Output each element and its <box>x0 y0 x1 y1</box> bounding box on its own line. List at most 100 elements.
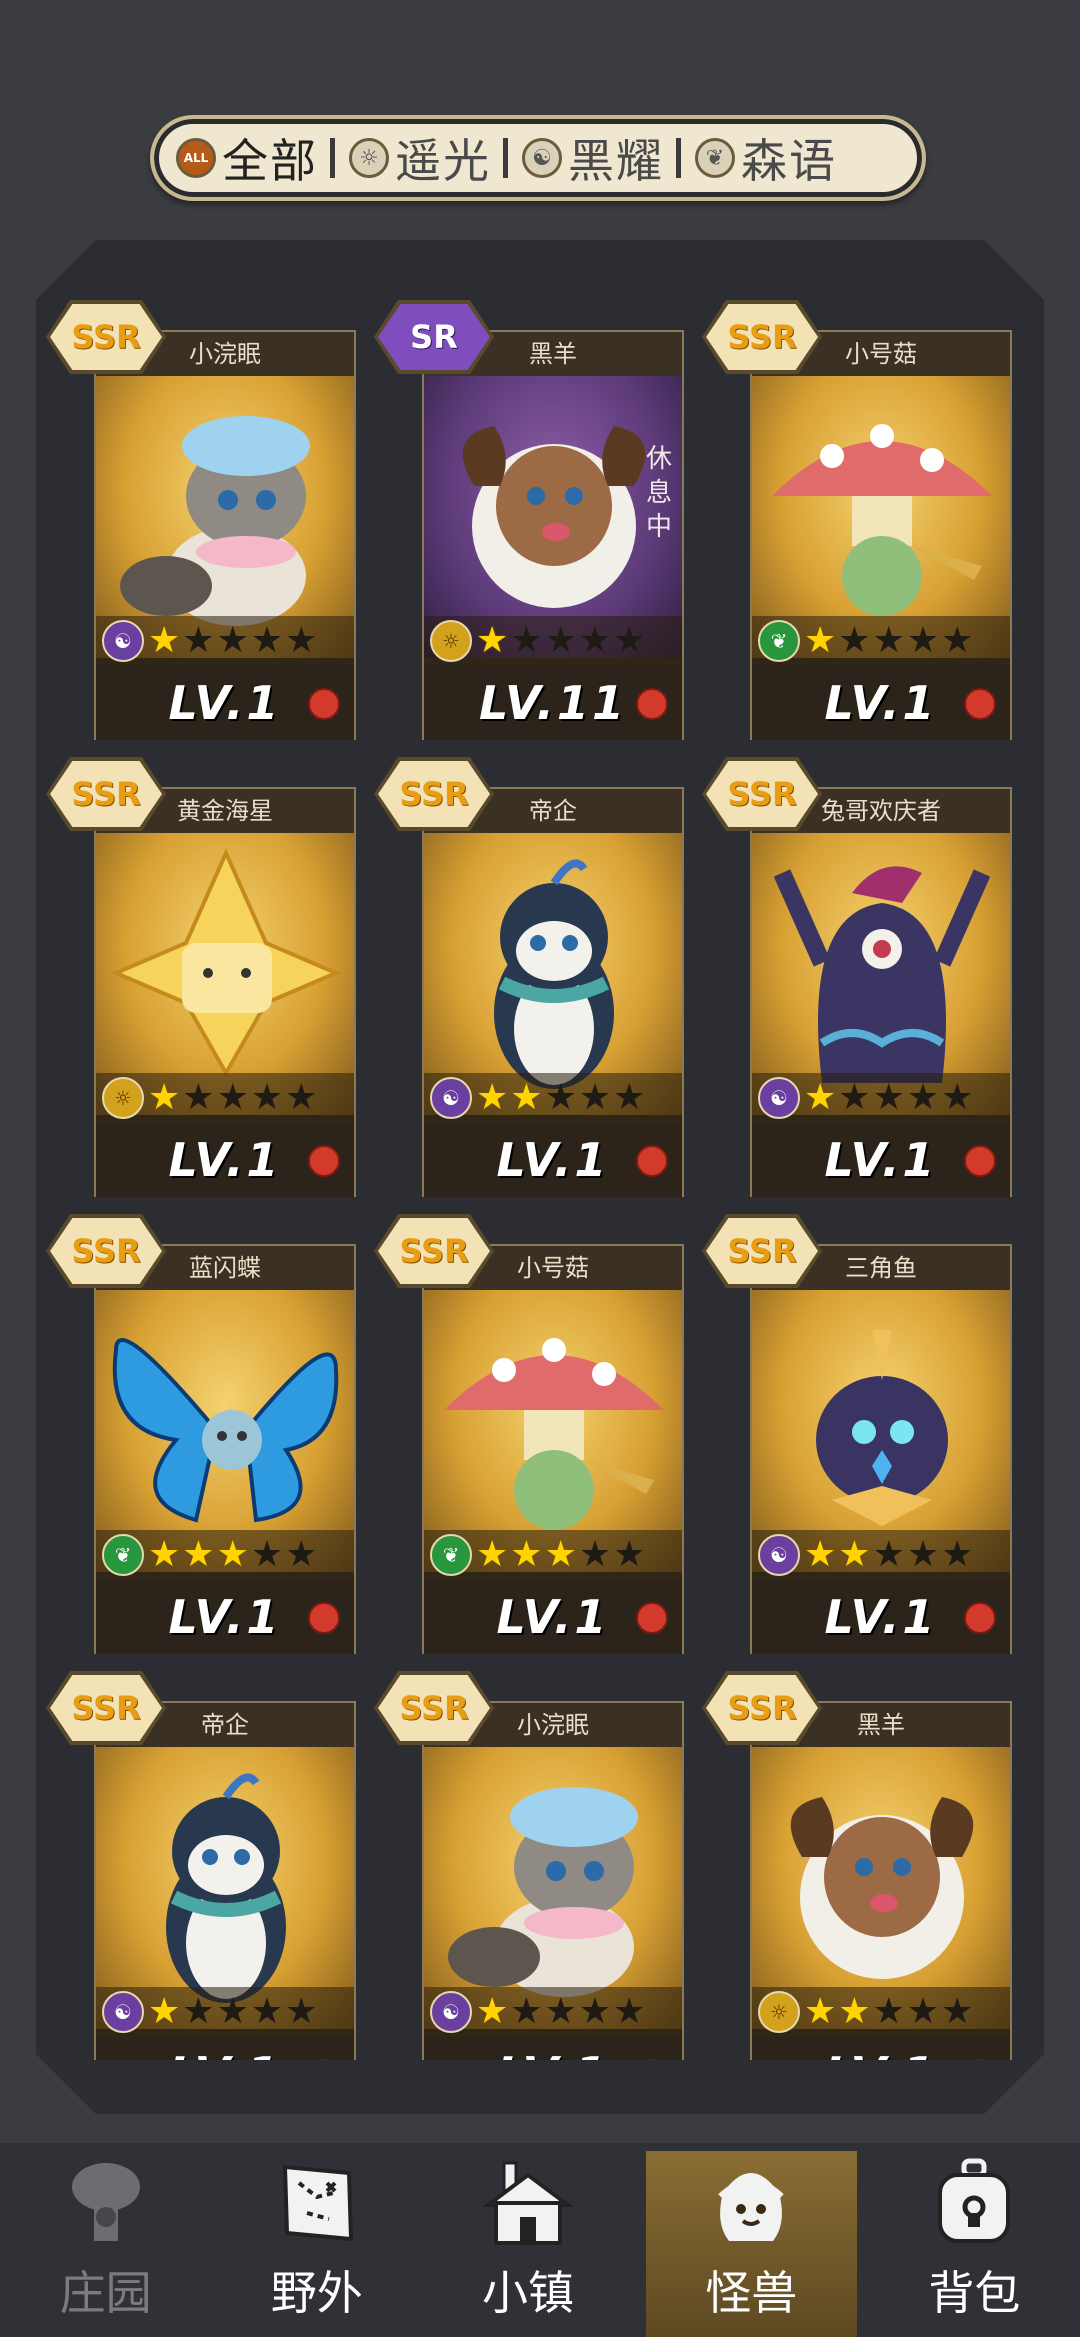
monster-card[interactable]: 小号菇 ❦ ★ ★ ★ ★ ★ LV.1 <box>750 330 1012 740</box>
star-empty-icon: ★ <box>285 1991 318 2032</box>
notification-dot <box>964 1145 996 1177</box>
star-empty-icon: ★ <box>250 620 284 661</box>
star-empty-icon: ★ <box>613 1534 646 1575</box>
star-filled-icon: ★ <box>476 1534 509 1575</box>
star-empty-icon: ★ <box>941 620 974 661</box>
star-filled-icon: ★ <box>544 1534 577 1575</box>
nav-wild[interactable]: 野外 <box>211 2143 422 2337</box>
monster-card[interactable]: 黑羊 休息中 ☼ ★ ★ ★ ★ ★ LV.11 <box>422 330 684 740</box>
star-rating: ❦ ★ ★ ★ ★ ★ <box>96 1530 354 1580</box>
star-empty-icon: ★ <box>250 1077 284 1118</box>
star-rating: ☼ ★ ★ ★ ★ ★ <box>424 616 682 666</box>
forest-element-icon: ❦ <box>758 620 800 662</box>
star-empty-icon: ★ <box>613 1991 646 2032</box>
rarity-label: SSR <box>378 1675 490 1741</box>
monster-card[interactable]: 小浣眠 ☯ ★★★★★ LV.1 <box>422 1701 684 2060</box>
nav-manor[interactable]: 庄园 <box>0 2143 211 2337</box>
star-empty-icon: ★ <box>941 1991 974 2032</box>
level-bar: LV.1 <box>752 666 1010 740</box>
monster-card[interactable]: 帝企 ☯ ★★★★★ LV.1 <box>422 787 684 1197</box>
rarity-badge: SSR <box>374 1671 494 1745</box>
star-empty-icon: ★ <box>613 1077 646 1118</box>
rarity-label: SSR <box>706 304 818 370</box>
rarity-badge: SR <box>374 300 494 374</box>
rarity-badge: SSR <box>702 300 822 374</box>
dark-element-icon: ☯ <box>430 1991 472 2033</box>
star-filled-icon: ★ <box>838 1991 871 2032</box>
nav-label: 小镇 <box>482 2266 574 2320</box>
monster-card[interactable]: 帝企 ☯ ★★★★★ LV.1 <box>94 1701 356 2060</box>
rarity-label: SSR <box>50 761 162 827</box>
level-text: LV.1 <box>497 2047 610 2060</box>
star-filled-icon: ★ <box>148 1534 181 1575</box>
star-rating: ❦ ★ ★ ★ ★ ★ <box>424 1530 682 1580</box>
dark-element-icon: ☯ <box>758 1077 800 1119</box>
star-empty-icon: ★ <box>544 620 577 661</box>
divider <box>503 138 508 178</box>
nav-monster[interactable]: 怪兽 <box>645 2151 857 2337</box>
monster-grid[interactable]: 小浣眠 ☯ ★ ★ ★ ★ ★ LV.1 SSR 黑羊 休息中 ☼ ★ ★ ★ … <box>38 290 1042 2060</box>
nav-label: 野外 <box>270 2266 363 2320</box>
monster-card[interactable]: 黑羊 ☼ ★★★★★ LV.1 <box>750 1701 1012 2060</box>
level-text: LV.1 <box>496 1133 610 1187</box>
notification-dot <box>636 688 668 720</box>
star-filled-icon: ★ <box>148 620 181 661</box>
rarity-label: SSR <box>706 761 818 827</box>
monster-card[interactable]: 黄金海星 ☼ ★ ★ ★ ★ ★ LV.1 <box>94 787 356 1197</box>
star-rating: ☯ ★ ★ ★ ★ ★ <box>752 1530 1010 1580</box>
notification-dot <box>964 1602 996 1634</box>
filter-tab-label: 遥光 <box>395 134 491 188</box>
rarity-badge: SSR <box>46 1671 166 1745</box>
level-bar: LV.1 <box>424 1123 682 1197</box>
light-element-icon: ☼ <box>349 138 389 178</box>
star-filled-icon: ★ <box>476 1991 509 2032</box>
star-filled-icon: ★ <box>804 1077 837 1118</box>
notification-dot <box>308 1602 340 1634</box>
monster-card[interactable]: 蓝闪蝶 ❦ ★ ★ ★ ★ ★ LV.1 <box>94 1244 356 1654</box>
star-empty-icon: ★ <box>578 1077 612 1118</box>
nav-label: 怪兽 <box>705 2266 798 2320</box>
level-bar: LV.1 <box>96 2037 354 2060</box>
star-empty-icon: ★ <box>510 1991 543 2032</box>
monster-card[interactable]: 兔哥欢庆者 ☯ ★ ★ ★ ★ ★ LV.1 <box>750 787 1012 1197</box>
notification-dot <box>308 1145 340 1177</box>
monster-card[interactable]: 小浣眠 ☯ ★★★★★ LV.1 <box>94 330 356 740</box>
monster-card[interactable]: 三角鱼 ☯ ★ ★ ★ ★ ★ LV.1 <box>750 1244 1012 1654</box>
filter-tab-label: 黑耀 <box>568 134 664 188</box>
filter-tab-all[interactable]: ALL 全部 <box>176 128 318 188</box>
filter-tab-forest[interactable]: ❦ 森语 <box>695 128 837 188</box>
star-empty-icon: ★ <box>578 620 612 661</box>
dark-element-icon: ☯ <box>102 1991 144 2033</box>
level-bar: LV.1 <box>752 1123 1010 1197</box>
notification-dot <box>636 2059 668 2060</box>
star-empty-icon: ★ <box>578 1534 612 1575</box>
nav-backpack[interactable]: 背包 <box>869 2143 1080 2337</box>
star-empty-icon: ★ <box>216 620 249 661</box>
star-filled-icon: ★ <box>804 1991 837 2032</box>
star-empty-icon: ★ <box>906 620 940 661</box>
level-text: LV.1 <box>496 1590 610 1644</box>
star-empty-icon: ★ <box>941 1077 974 1118</box>
star-rating: ☯ ★ ★ ★ ★ ★ <box>424 1987 682 2037</box>
star-empty-icon: ★ <box>216 1991 249 2032</box>
light-element-icon: ☼ <box>758 1991 800 2033</box>
rarity-label: SSR <box>378 761 490 827</box>
dark-element-icon: ☯ <box>430 1077 472 1119</box>
level-bar: LV.1 <box>752 1580 1010 1654</box>
nav-label: 背包 <box>928 2266 1021 2320</box>
rarity-label: SSR <box>706 1218 818 1284</box>
star-filled-icon: ★ <box>510 1534 543 1575</box>
monster-card[interactable]: 小号菇 ❦ ★ ★ ★ ★ ★ LV.1 <box>422 1244 684 1654</box>
level-text: LV.11 <box>479 676 627 730</box>
rarity-badge: SSR <box>702 1671 822 1745</box>
rarity-badge: SSR <box>46 757 166 831</box>
filter-tab-dark[interactable]: ☯ 黑耀 <box>522 128 664 188</box>
nav-town[interactable]: 小镇 <box>422 2143 633 2337</box>
rarity-label: SSR <box>50 304 162 370</box>
filter-tab-light[interactable]: ☼ 遥光 <box>349 128 491 188</box>
forest-element-icon: ❦ <box>102 1534 144 1576</box>
level-text: LV.1 <box>825 2047 938 2060</box>
star-empty-icon: ★ <box>872 1991 905 2032</box>
star-empty-icon: ★ <box>838 1077 871 1118</box>
manor-icon <box>56 2153 156 2253</box>
